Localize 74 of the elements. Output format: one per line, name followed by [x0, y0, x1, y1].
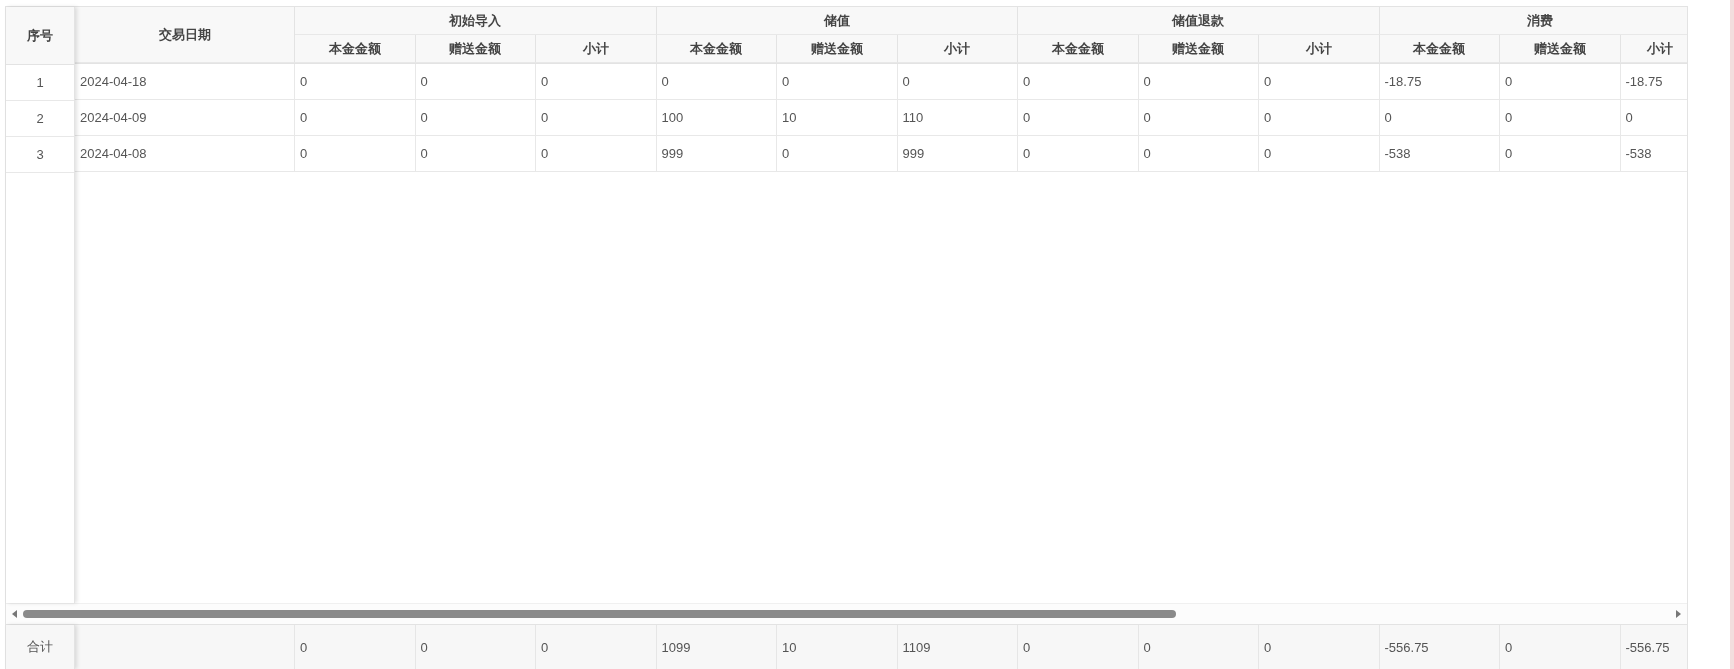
column-header: 小计	[897, 35, 1018, 63]
total-cell: 0	[1259, 625, 1380, 669]
table-cell: -538	[1379, 136, 1500, 171]
table-cell: 0	[897, 64, 1018, 99]
table-cell: 0	[295, 136, 416, 171]
total-cell: 0	[1500, 625, 1621, 669]
column-header: 赠送金额	[415, 35, 536, 63]
column-header: 本金金额	[1018, 35, 1139, 63]
table-cell: 0	[536, 136, 657, 171]
total-cell: 1109	[897, 625, 1018, 669]
table-cell: 2024-04-09	[75, 100, 295, 135]
column-header: 赠送金额	[1500, 35, 1621, 63]
total-cell: 0	[1018, 625, 1139, 669]
total-cell: -556.75	[1620, 625, 1687, 669]
table-cell: 0	[415, 136, 536, 171]
column-header: 交易日期	[75, 7, 295, 63]
table-cell: 0	[1259, 100, 1380, 135]
total-cell: 0	[1138, 625, 1259, 669]
group-header: 初始导入	[295, 7, 657, 35]
total-cell: 0	[295, 625, 416, 669]
table-cell: 0	[1018, 100, 1139, 135]
group-header: 储值	[656, 7, 1018, 35]
table-cell: 0	[1620, 100, 1687, 135]
table-cell: -18.75	[1620, 64, 1687, 99]
table-cell: 0	[1500, 100, 1621, 135]
table-cell: 0	[536, 100, 657, 135]
table-cell: 0	[1138, 136, 1259, 171]
table-cell: 1	[6, 65, 74, 101]
table-cell: 0	[1259, 136, 1380, 171]
table-cell: 0	[1018, 64, 1139, 99]
table-cell: -18.75	[1379, 64, 1500, 99]
scrollbar-thumb[interactable]	[23, 610, 1176, 618]
table-cell: 0	[415, 100, 536, 135]
total-cell: 0	[415, 625, 536, 669]
column-header: 赠送金额	[777, 35, 898, 63]
total-cell: 10	[777, 625, 898, 669]
table-cell: 0	[1138, 64, 1259, 99]
table-cell: 999	[656, 136, 777, 171]
column-header: 小计	[536, 35, 657, 63]
table-cell: 0	[295, 100, 416, 135]
table-cell: 2024-04-18	[75, 64, 295, 99]
table-cell: 2024-04-08	[75, 136, 295, 171]
scroll-right-icon[interactable]	[1676, 610, 1681, 618]
group-header: 储值退款	[1018, 7, 1380, 35]
column-header: 本金金额	[656, 35, 777, 63]
table-cell: 0	[1018, 136, 1139, 171]
total-cell: 1099	[656, 625, 777, 669]
table-cell: 100	[656, 100, 777, 135]
total-cell: -556.75	[1379, 625, 1500, 669]
table-cell: 0	[656, 64, 777, 99]
table-cell: 999	[897, 136, 1018, 171]
table-cell: 0	[777, 64, 898, 99]
table-cell: 0	[1138, 100, 1259, 135]
table-cell: 0	[1379, 100, 1500, 135]
table-cell: -538	[1620, 136, 1687, 171]
total-cell: 0	[536, 625, 657, 669]
table-cell: 0	[1259, 64, 1380, 99]
table-cell: 0	[1500, 64, 1621, 99]
table-cell: 3	[6, 137, 74, 173]
column-header: 本金金额	[1379, 35, 1500, 63]
column-header: 赠送金额	[1138, 35, 1259, 63]
table-cell: 10	[777, 100, 898, 135]
scroll-left-icon[interactable]	[12, 610, 17, 618]
table-cell: 0	[777, 136, 898, 171]
column-header: 序号	[6, 7, 74, 65]
table-cell: 0	[536, 64, 657, 99]
column-header: 小计	[1259, 35, 1380, 63]
table-cell: 0	[1500, 136, 1621, 171]
total-label: 合计	[6, 625, 75, 669]
table-cell: 0	[295, 64, 416, 99]
table-cell: 2	[6, 101, 74, 137]
table-cell: 110	[897, 100, 1018, 135]
column-header: 本金金额	[295, 35, 416, 63]
table-cell: 0	[415, 64, 536, 99]
